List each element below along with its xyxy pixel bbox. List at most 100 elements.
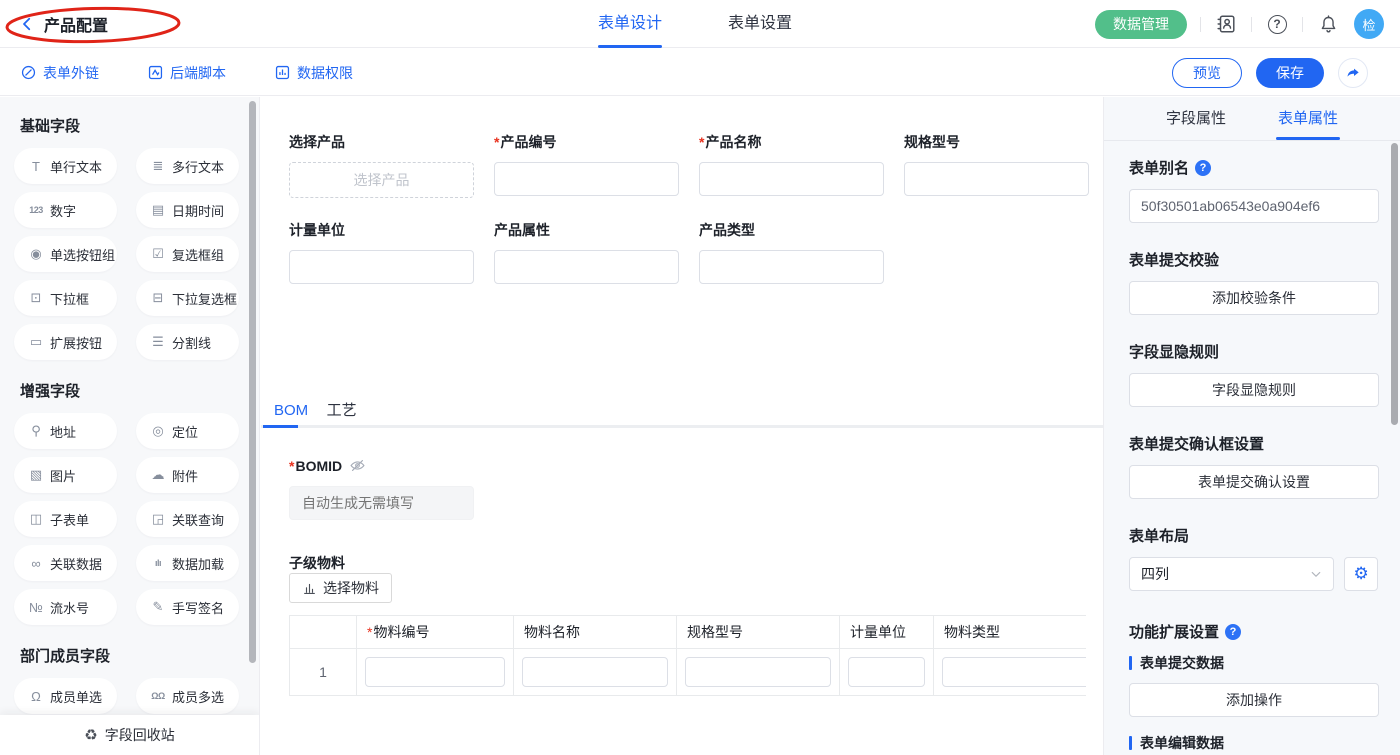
basic-fields-grid: T单行文本 ≣多行文本 123数字 ▤日期时间 ◉单选按钮组 ☑复选框组 ⊡下拉…: [14, 148, 259, 360]
palette-item-divider-line[interactable]: ☰分割线: [136, 324, 239, 360]
avatar[interactable]: 检: [1354, 9, 1384, 39]
palette-item-radio-group[interactable]: ◉单选按钮组: [14, 236, 117, 272]
back-button[interactable]: 产品配置: [18, 0, 108, 48]
script-icon: [147, 64, 164, 81]
palette-item-multi-dropdown[interactable]: ⊟下拉复选框: [136, 280, 239, 316]
field-measure-unit[interactable]: 计量单位: [289, 220, 474, 284]
palette-item-single-line-text[interactable]: T单行文本: [14, 148, 117, 184]
palette-item-locate[interactable]: ◎定位: [136, 413, 239, 449]
main-tabs: 表单设计 表单设置: [598, 0, 792, 48]
share-button[interactable]: [1338, 58, 1368, 88]
submit-confirm-button[interactable]: 表单提交确认设置: [1129, 465, 1379, 499]
measure-unit-cell-input[interactable]: [848, 657, 925, 687]
tab-form-properties[interactable]: 表单属性: [1278, 97, 1338, 140]
tab-form-settings[interactable]: 表单设置: [728, 0, 792, 48]
measure-unit-input[interactable]: [289, 250, 474, 284]
palette-item-extend-button[interactable]: ▭扩展按钮: [14, 324, 117, 360]
gear-icon: ⚙: [1353, 564, 1368, 584]
palette-item-address[interactable]: ⚲地址: [14, 413, 117, 449]
sidebar-scrollbar[interactable]: [249, 101, 256, 663]
field-product-attr[interactable]: 产品属性: [494, 220, 679, 284]
function-extension-label: 功能扩展设置: [1129, 621, 1378, 642]
help-icon[interactable]: [1265, 12, 1289, 36]
layout-select[interactable]: 四列: [1129, 557, 1334, 591]
properties-tabs: 字段属性 表单属性: [1104, 97, 1400, 141]
spec-model-cell-input[interactable]: [685, 657, 831, 687]
field-visibility-button[interactable]: 字段显隐规则: [1129, 373, 1379, 407]
select-material-button[interactable]: 选择物料: [289, 573, 392, 603]
page-title: 产品配置: [44, 12, 108, 36]
palette-item-number[interactable]: 123数字: [14, 192, 117, 228]
form-alias-input[interactable]: [1129, 189, 1379, 223]
field-product-code[interactable]: 产品编号: [494, 132, 679, 198]
tab-process[interactable]: 工艺: [327, 397, 357, 425]
palette-item-dropdown[interactable]: ⊡下拉框: [14, 280, 117, 316]
toolbar-links: 表单外链 后端脚本 数据权限: [20, 49, 353, 96]
form-layout-row: 四列 ⚙: [1129, 557, 1378, 591]
field-palette: 基础字段 T单行文本 ≣多行文本 123数字 ▤日期时间 ◉单选按钮组 ☑复选框…: [0, 97, 260, 755]
product-attr-input[interactable]: [494, 250, 679, 284]
toolbar-actions: 预览 保存: [1172, 49, 1368, 96]
product-type-input[interactable]: [699, 250, 884, 284]
field-recycle-bin[interactable]: ♻ 字段回收站: [0, 715, 259, 755]
material-name-input[interactable]: [522, 657, 668, 687]
select-product-picker[interactable]: 选择产品: [289, 162, 474, 198]
form-canvas: 选择产品 选择产品 产品编号 产品名称 规格型号 计量单位: [261, 97, 1103, 755]
add-validation-button[interactable]: 添加校验条件: [1129, 281, 1379, 315]
multi-dropdown-icon: ⊟: [149, 290, 167, 306]
properties-content: 表单别名 表单提交校验 添加校验条件 字段显隐规则 字段显隐规则 表单提交确认框…: [1104, 141, 1400, 755]
header-actions: 数据管理 检: [1095, 0, 1384, 48]
palette-item-attachment[interactable]: ☁附件: [136, 457, 239, 493]
active-tab-underline: [263, 425, 298, 428]
notification-bell-icon[interactable]: [1316, 12, 1340, 36]
relation-query-icon: ◲: [149, 511, 167, 527]
palette-item-member-single[interactable]: Ω成员单选: [14, 678, 117, 714]
palette-item-subform[interactable]: ◫子表单: [14, 501, 117, 537]
bar-chart-icon: [302, 581, 317, 596]
properties-scrollbar[interactable]: [1391, 143, 1398, 425]
person-icon: Ω: [27, 689, 45, 704]
row-index: 1: [290, 649, 357, 696]
backend-script-link[interactable]: 后端脚本: [147, 63, 226, 83]
eye-off-icon: [349, 457, 366, 474]
palette-item-multi-line-text[interactable]: ≣多行文本: [136, 148, 239, 184]
submit-data-add-button[interactable]: 添加操作: [1129, 683, 1379, 717]
help-question-icon[interactable]: [1195, 160, 1211, 176]
data-manage-button[interactable]: 数据管理: [1095, 10, 1187, 39]
form-external-link[interactable]: 表单外链: [20, 63, 99, 83]
tab-bom[interactable]: BOM: [274, 397, 308, 425]
preview-button[interactable]: 预览: [1172, 58, 1242, 88]
tab-form-design[interactable]: 表单设计: [598, 0, 662, 48]
help-question-icon[interactable]: [1225, 624, 1241, 640]
material-code-input[interactable]: [365, 657, 505, 687]
field-product-type[interactable]: 产品类型: [699, 220, 884, 284]
palette-item-image[interactable]: ▧图片: [14, 457, 117, 493]
save-button[interactable]: 保存: [1256, 58, 1324, 88]
palette-item-data-load[interactable]: ılı数据加载: [136, 545, 239, 581]
palette-item-signature[interactable]: ✎手写签名: [136, 589, 239, 625]
product-name-input[interactable]: [699, 162, 884, 196]
palette-item-relation-data[interactable]: ∞关联数据: [14, 545, 117, 581]
form-field-row: 计量单位 产品属性 产品类型: [289, 220, 884, 284]
spec-model-input[interactable]: [904, 162, 1089, 196]
field-product-name[interactable]: 产品名称: [699, 132, 884, 198]
palette-item-serial-number[interactable]: №流水号: [14, 589, 117, 625]
recycle-icon: ♻: [84, 726, 97, 744]
palette-item-checkbox-group[interactable]: ☑复选框组: [136, 236, 239, 272]
palette-section-title: 增强字段: [20, 380, 259, 401]
product-code-input[interactable]: [494, 162, 679, 196]
field-select-product[interactable]: 选择产品 选择产品: [289, 132, 474, 198]
radio-icon: ◉: [27, 246, 45, 262]
tab-field-properties[interactable]: 字段属性: [1166, 97, 1226, 140]
divider: [1200, 17, 1201, 32]
field-spec-model[interactable]: 规格型号: [904, 132, 1089, 198]
layout-gear-button[interactable]: ⚙: [1344, 557, 1378, 591]
material-type-input[interactable]: [942, 657, 1086, 687]
contact-book-icon[interactable]: [1214, 12, 1238, 36]
col-material-type: 物料类型: [934, 616, 1087, 649]
extend-button-icon: ▭: [27, 334, 45, 350]
palette-item-member-multi[interactable]: ΩΩ成员多选: [136, 678, 239, 714]
palette-item-datetime[interactable]: ▤日期时间: [136, 192, 239, 228]
palette-item-relation-query[interactable]: ◲关联查询: [136, 501, 239, 537]
data-permission-link[interactable]: 数据权限: [274, 63, 353, 83]
